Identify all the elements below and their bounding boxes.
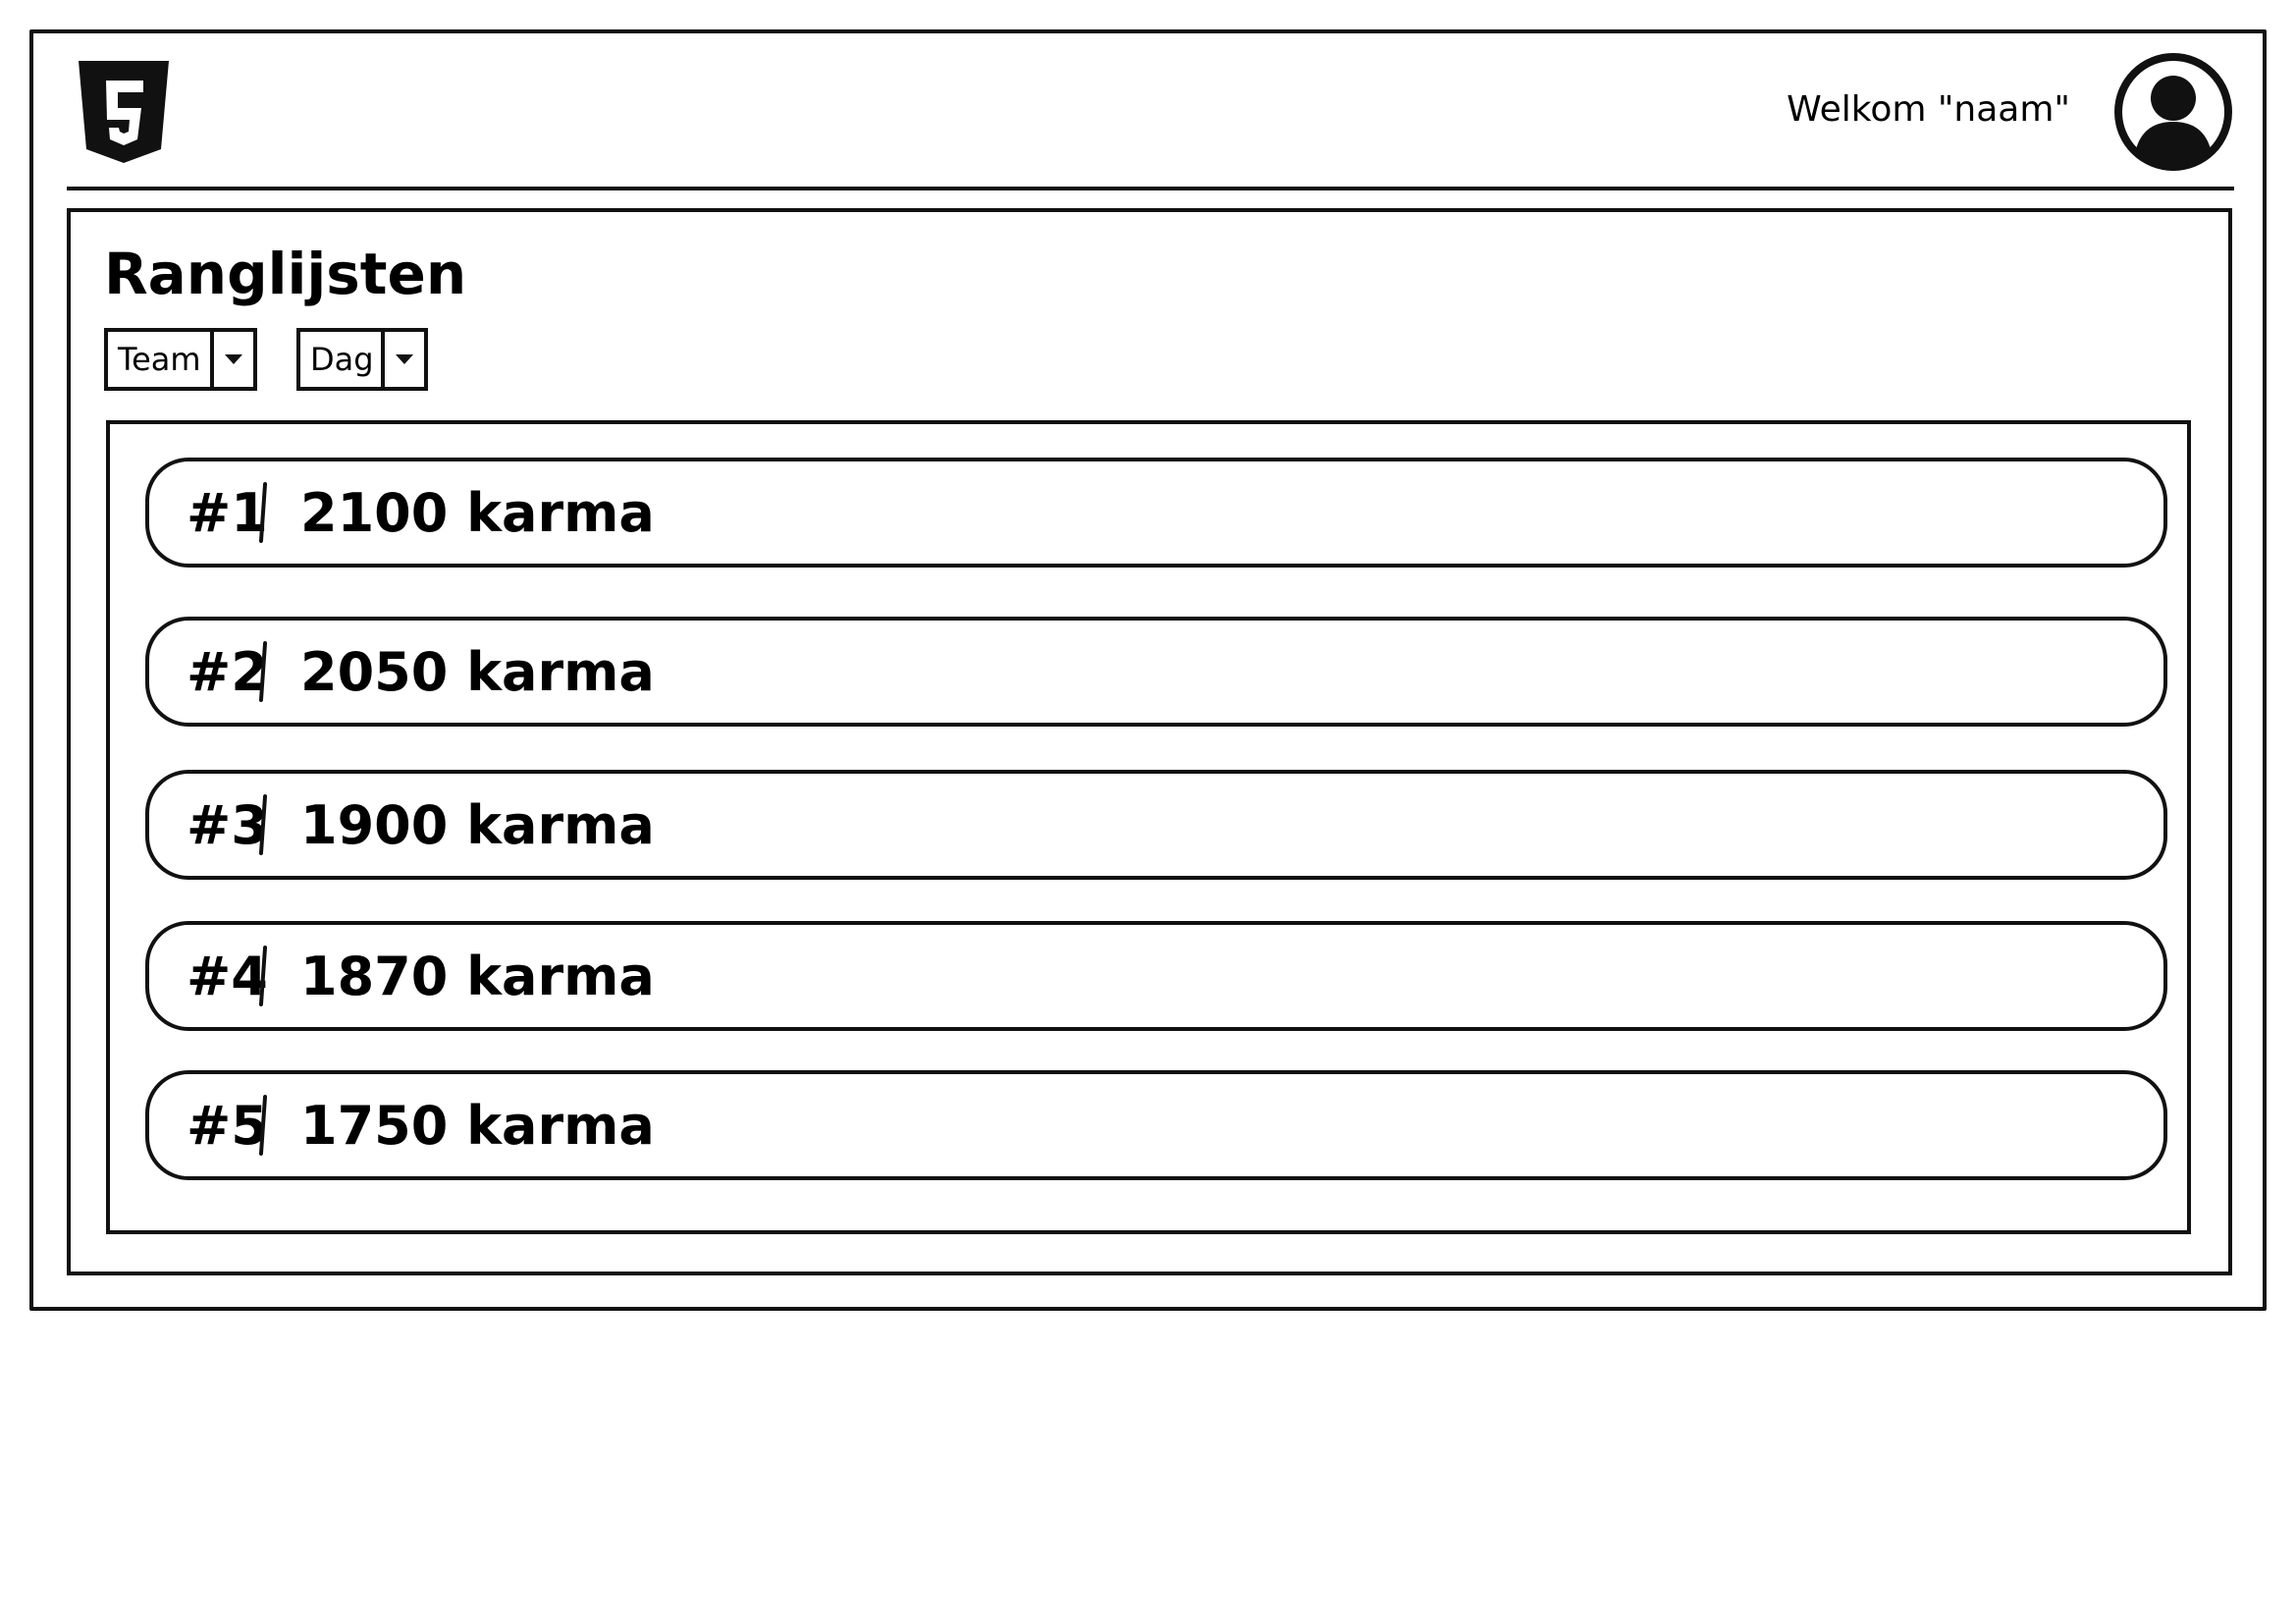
welcome-message: Welkom "naam" (1787, 89, 2070, 130)
leaderboard-row[interactable]: #1 2100 karma (145, 458, 2167, 568)
karma-score: 2100 karma (300, 481, 655, 544)
leaderboard-row[interactable]: #4 1870 karma (145, 921, 2167, 1031)
leaderboard-row[interactable]: #3 1900 karma (145, 770, 2167, 880)
period-select[interactable]: Dag (296, 328, 428, 391)
page-title: Ranglijsten (104, 241, 467, 307)
rank-number: #3 (187, 793, 268, 856)
karma-score: 1900 karma (300, 793, 655, 856)
leaderboard-row[interactable]: #2 2050 karma (145, 617, 2167, 727)
rank-number: #1 (187, 481, 268, 544)
user-avatar-icon[interactable] (2112, 51, 2234, 173)
chevron-down-icon[interactable] (381, 332, 424, 387)
period-select-value: Dag (310, 341, 374, 378)
leaderboard-row[interactable]: #5 1750 karma (145, 1070, 2167, 1180)
karma-score: 2050 karma (300, 640, 655, 703)
karma-score: 1750 karma (300, 1094, 655, 1157)
rank-number: #5 (187, 1094, 268, 1157)
team-select[interactable]: Team (104, 328, 257, 391)
karma-score: 1870 karma (300, 945, 655, 1007)
team-select-value: Team (118, 341, 201, 378)
header-divider (67, 187, 2234, 190)
rank-number: #2 (187, 640, 268, 703)
rank-number: #4 (187, 945, 268, 1007)
html5-logo-icon (79, 61, 169, 163)
chevron-down-icon[interactable] (210, 332, 253, 387)
